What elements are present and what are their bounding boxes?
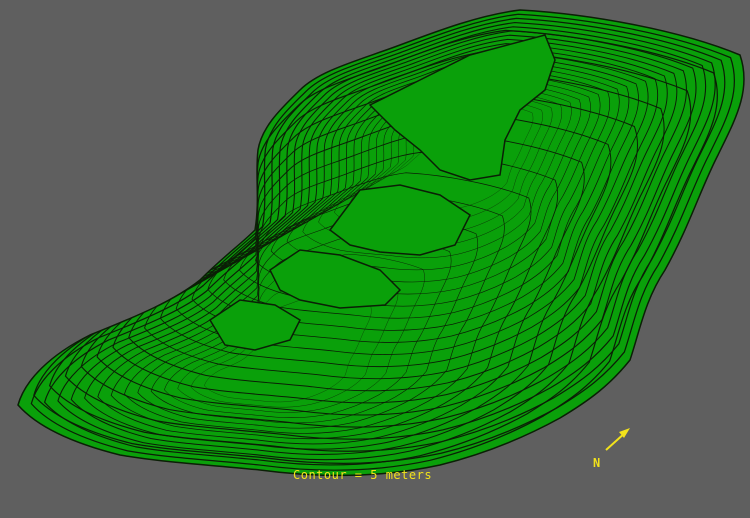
topographic-map — [17, 9, 745, 477]
north-arrow-icon — [605, 428, 630, 451]
contour-interval-legend: Contour = 5 meters — [293, 468, 433, 482]
north-label: N — [593, 456, 601, 470]
map-canvas: Contour = 5 meters N — [0, 0, 750, 518]
